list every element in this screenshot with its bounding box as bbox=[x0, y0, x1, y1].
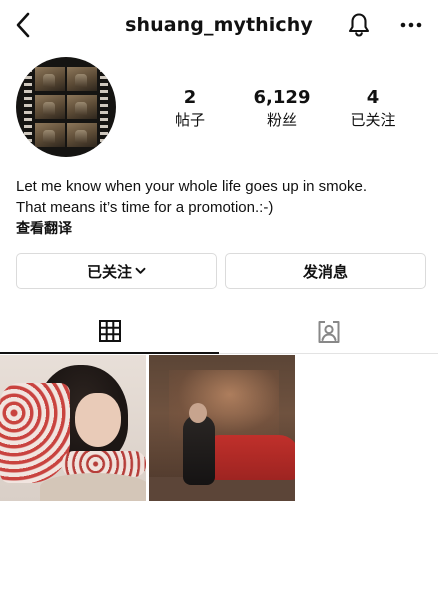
avatar-photo-frame bbox=[67, 67, 97, 91]
profile-stats: 2 帖子 6,129 粉丝 4 已关注 bbox=[140, 88, 430, 133]
post-image-detail bbox=[149, 477, 295, 501]
profile-bio: Let me know when your whole life goes up… bbox=[16, 176, 426, 239]
post-image-detail bbox=[189, 403, 207, 423]
post-image-detail bbox=[183, 415, 215, 485]
post-image-detail bbox=[75, 393, 121, 447]
profile-tabs bbox=[0, 310, 438, 354]
following-count-value: 4 bbox=[366, 87, 380, 108]
avatar-photo-frame bbox=[67, 95, 97, 119]
chevron-down-icon bbox=[135, 267, 146, 275]
followers-count-value: 6,129 bbox=[253, 87, 311, 108]
post-thumbnail[interactable] bbox=[0, 355, 146, 501]
followers-count[interactable]: 6,129 粉丝 bbox=[237, 88, 327, 130]
tagged-person-icon bbox=[318, 321, 339, 343]
avatar-film-strip-left bbox=[24, 65, 32, 149]
avatar-photo-frame bbox=[35, 67, 65, 91]
grid-icon bbox=[98, 320, 121, 342]
message-button-label: 发消息 bbox=[302, 262, 348, 281]
chevron-left-icon bbox=[16, 12, 30, 38]
posts-grid bbox=[0, 355, 438, 505]
post-image-detail bbox=[0, 383, 70, 483]
more-horizontal-icon bbox=[400, 22, 422, 28]
profile-avatar[interactable] bbox=[16, 57, 116, 157]
avatar-photo-frame bbox=[35, 95, 65, 119]
following-count[interactable]: 4 已关注 bbox=[328, 88, 418, 130]
post-image-detail bbox=[204, 435, 295, 480]
posts-count[interactable]: 2 帖子 bbox=[145, 88, 235, 130]
posts-count-value: 2 bbox=[183, 87, 197, 108]
bell-icon bbox=[348, 13, 370, 37]
following-button[interactable]: 已关注 bbox=[16, 253, 217, 289]
profile-screen: shuang_mythichy 2 帖子 6,129 粉丝 4 已关注 Let … bbox=[0, 0, 438, 605]
followers-count-label: 粉丝 bbox=[266, 111, 297, 129]
message-button[interactable]: 发消息 bbox=[225, 253, 426, 289]
posts-count-label: 帖子 bbox=[174, 111, 205, 129]
avatar-photo-frame bbox=[67, 123, 97, 147]
back-button[interactable] bbox=[10, 10, 36, 40]
notifications-button[interactable] bbox=[344, 10, 374, 40]
tab-tagged[interactable] bbox=[219, 310, 438, 354]
bio-line-1: Let me know when your whole life goes up… bbox=[16, 178, 368, 195]
avatar-photo-frame bbox=[35, 123, 65, 147]
post-thumbnail[interactable] bbox=[149, 355, 295, 501]
more-options-button[interactable] bbox=[396, 10, 426, 40]
profile-header: shuang_mythichy bbox=[0, 0, 438, 52]
avatar-film-strip-right bbox=[100, 65, 108, 149]
following-count-label: 已关注 bbox=[350, 111, 396, 129]
post-image-detail bbox=[40, 473, 146, 501]
following-button-label: 已关注 bbox=[86, 262, 132, 281]
tab-posts-grid[interactable] bbox=[0, 310, 219, 354]
see-translation-link[interactable]: 查看翻译 bbox=[16, 218, 426, 239]
bio-line-2: That means it’s time for a promotion.:-) bbox=[16, 199, 274, 216]
